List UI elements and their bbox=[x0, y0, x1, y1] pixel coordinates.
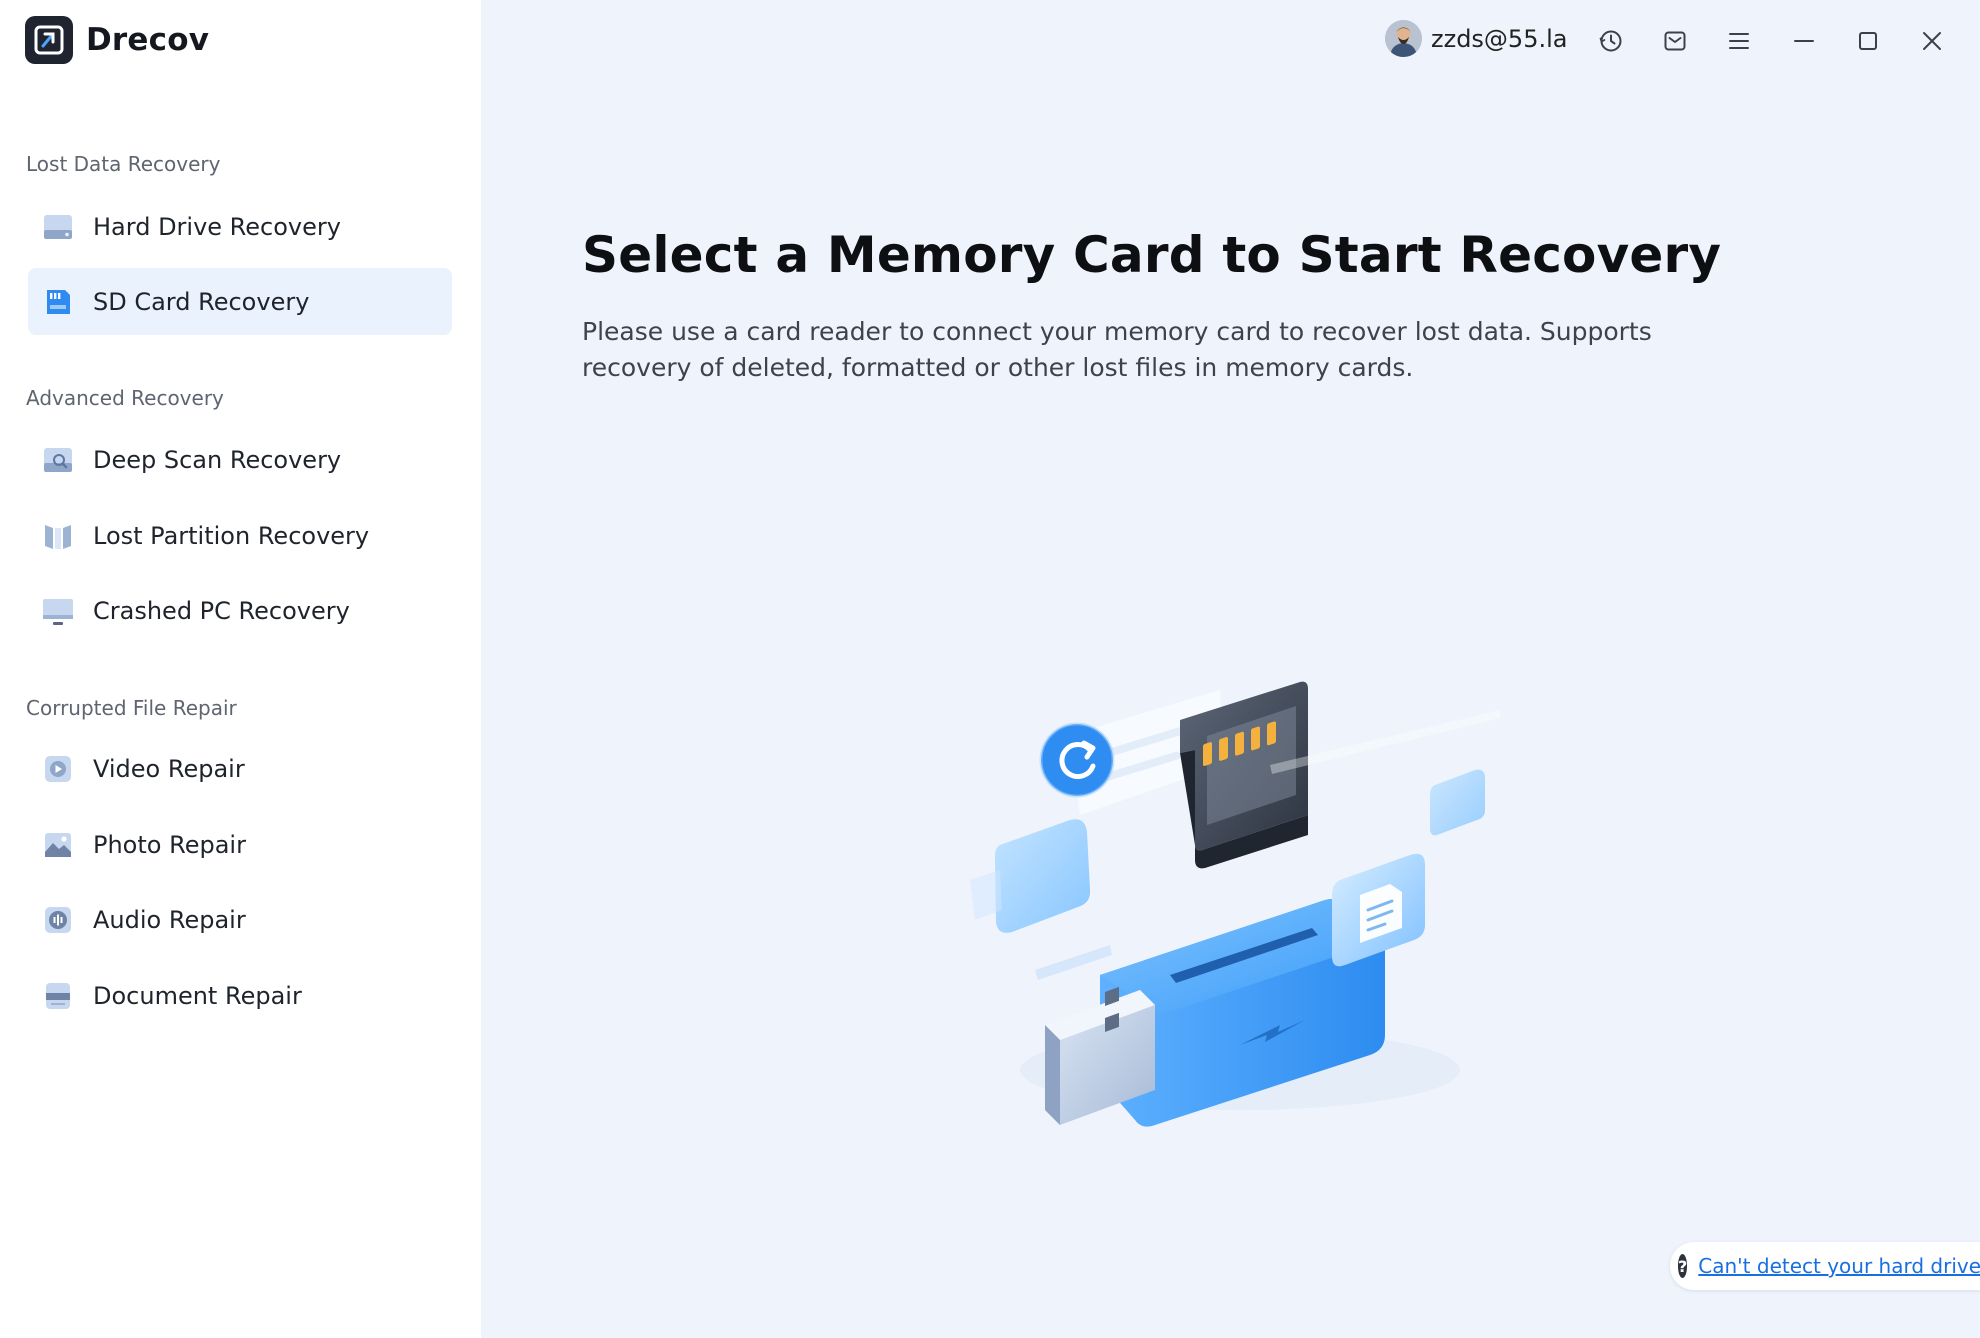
mail-icon bbox=[1664, 31, 1686, 51]
sidebar: Drecov Lost Data Recovery Hard Drive Rec… bbox=[0, 0, 481, 1338]
help-pill: ? Can't detect your hard drive? bbox=[1670, 1242, 1980, 1290]
avatar bbox=[1385, 20, 1422, 57]
mail-button[interactable] bbox=[1658, 24, 1692, 58]
sidebar-item-lost-partition-recovery[interactable]: Lost Partition Recovery bbox=[28, 502, 452, 569]
sidebar-item-document-repair[interactable]: Document Repair bbox=[28, 962, 452, 1029]
sidebar-item-label: Video Repair bbox=[93, 754, 245, 783]
question-icon: ? bbox=[1678, 1254, 1688, 1278]
page-title: Select a Memory Card to Start Recovery bbox=[582, 226, 1722, 284]
app-name: Drecov bbox=[86, 22, 210, 58]
deep-scan-icon bbox=[41, 443, 75, 477]
minimize-icon bbox=[1794, 40, 1814, 42]
sidebar-item-label: Crashed PC Recovery bbox=[93, 596, 350, 625]
hard-drive-icon bbox=[41, 210, 75, 244]
app-logo-icon bbox=[25, 16, 73, 64]
sd-card-icon bbox=[41, 285, 75, 319]
cant-detect-drive-link[interactable]: Can't detect your hard drive? bbox=[1698, 1254, 1980, 1278]
menu-button[interactable] bbox=[1722, 24, 1756, 58]
section-title-lost-data: Lost Data Recovery bbox=[26, 152, 221, 176]
photo-icon bbox=[41, 828, 75, 862]
document-icon bbox=[41, 979, 75, 1013]
video-icon bbox=[41, 752, 75, 786]
section-title-advanced: Advanced Recovery bbox=[26, 386, 224, 410]
sidebar-item-label: Hard Drive Recovery bbox=[93, 212, 341, 241]
sidebar-item-hard-drive-recovery[interactable]: Hard Drive Recovery bbox=[28, 193, 452, 260]
app-window: Drecov Lost Data Recovery Hard Drive Rec… bbox=[0, 0, 1980, 1338]
menu-icon bbox=[1729, 33, 1749, 49]
sidebar-item-sd-card-recovery[interactable]: SD Card Recovery bbox=[28, 268, 452, 335]
sidebar-item-video-repair[interactable]: Video Repair bbox=[28, 735, 452, 802]
close-button[interactable] bbox=[1915, 24, 1949, 58]
sidebar-item-crashed-pc-recovery[interactable]: Crashed PC Recovery bbox=[28, 577, 452, 644]
minimize-button[interactable] bbox=[1787, 24, 1821, 58]
user-account[interactable]: zzds@55.la bbox=[1385, 20, 1567, 57]
sidebar-item-label: Photo Repair bbox=[93, 830, 246, 859]
sidebar-item-photo-repair[interactable]: Photo Repair bbox=[28, 811, 452, 878]
sidebar-item-label: Lost Partition Recovery bbox=[93, 521, 370, 550]
sidebar-item-label: Deep Scan Recovery bbox=[93, 445, 342, 474]
sidebar-item-audio-repair[interactable]: Audio Repair bbox=[28, 886, 452, 953]
partition-icon bbox=[41, 519, 75, 553]
page-description: Please use a card reader to connect your… bbox=[582, 317, 1652, 382]
audio-icon bbox=[41, 903, 75, 937]
close-icon bbox=[1923, 32, 1941, 50]
section-title-file-repair: Corrupted File Repair bbox=[26, 696, 237, 720]
maximize-icon bbox=[1859, 32, 1877, 50]
sidebar-item-label: SD Card Recovery bbox=[93, 287, 310, 316]
user-email: zzds@55.la bbox=[1431, 24, 1568, 53]
history-button[interactable] bbox=[1594, 24, 1628, 58]
sidebar-item-label: Document Repair bbox=[93, 981, 302, 1010]
sidebar-item-deep-scan-recovery[interactable]: Deep Scan Recovery bbox=[28, 426, 452, 493]
brand: Drecov bbox=[25, 16, 209, 64]
maximize-button[interactable] bbox=[1851, 24, 1885, 58]
history-icon bbox=[1599, 30, 1622, 52]
card-reader-illustration bbox=[940, 670, 1500, 1150]
monitor-icon bbox=[41, 594, 75, 628]
sidebar-item-label: Audio Repair bbox=[93, 905, 246, 934]
